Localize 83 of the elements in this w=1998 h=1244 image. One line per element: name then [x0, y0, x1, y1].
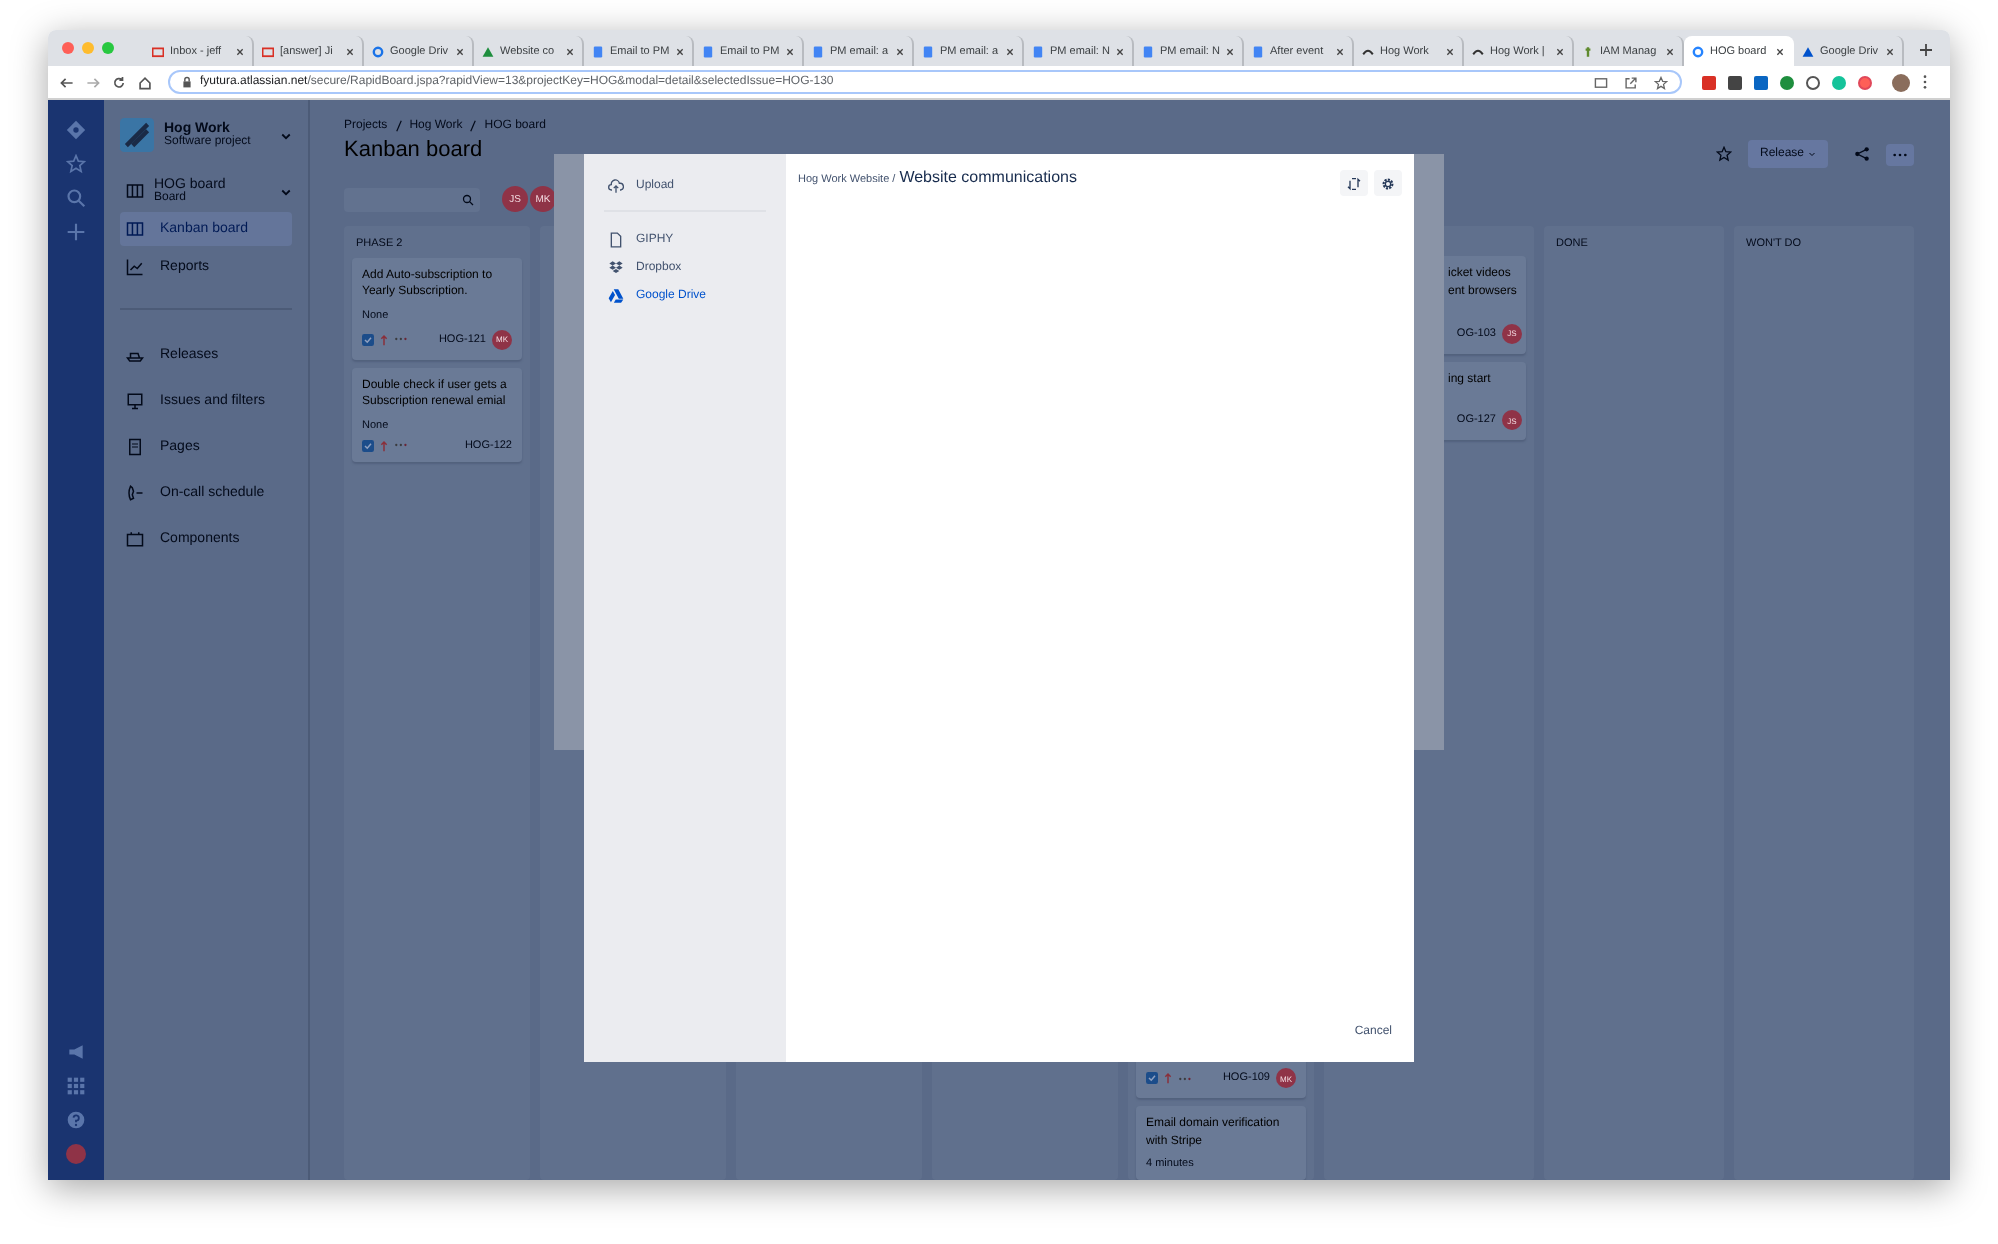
star-icon[interactable] [66, 154, 86, 174]
apps-grid-icon[interactable] [66, 1076, 86, 1096]
close-tab-icon[interactable] [236, 47, 244, 55]
dropbox-icon [608, 260, 624, 276]
drive-icon [608, 288, 624, 304]
close-tab-icon[interactable] [1556, 47, 1564, 55]
favicon-icon [1472, 45, 1484, 57]
chart-icon [126, 258, 144, 276]
chevron-down-icon [1808, 150, 1816, 158]
refresh-button[interactable] [1340, 170, 1368, 196]
calendar-icon [126, 530, 144, 548]
close-tab-icon[interactable] [346, 47, 354, 55]
close-tab-icon[interactable] [676, 47, 684, 55]
priority-arrow-icon [380, 439, 388, 452]
bookmark-star-icon[interactable] [1654, 75, 1668, 89]
favicon-icon [1802, 45, 1814, 57]
close-tab-icon[interactable] [1116, 47, 1124, 55]
more-icon [1892, 151, 1908, 157]
close-tab-icon[interactable] [1446, 47, 1454, 55]
chevron-down-icon[interactable] [280, 185, 292, 197]
open-external-icon[interactable] [1624, 75, 1638, 89]
close-tab-icon[interactable] [456, 47, 464, 55]
close-tab-icon[interactable] [566, 47, 574, 55]
favicon-icon [262, 45, 274, 57]
project-logo-icon [120, 118, 154, 152]
favicon-icon [702, 45, 714, 57]
lock-icon [182, 76, 192, 88]
favicon-icon [1582, 45, 1594, 57]
new-tab-icon[interactable] [1920, 44, 1932, 56]
chevron-down-icon[interactable] [280, 129, 292, 141]
favicon-icon [1252, 45, 1264, 57]
monitor-icon [126, 392, 144, 410]
file-icon [608, 232, 624, 248]
jira-logo-icon[interactable] [66, 120, 86, 140]
favicon-icon [372, 45, 384, 57]
favicon-icon [1692, 45, 1704, 57]
page-icon [126, 438, 144, 456]
page-title: Kanban board [344, 138, 485, 162]
close-tab-icon[interactable] [1006, 47, 1014, 55]
search-icon[interactable] [66, 188, 86, 208]
back-icon[interactable] [60, 75, 74, 89]
favicon-icon [1362, 45, 1374, 57]
home-icon[interactable] [138, 75, 152, 89]
separator-icon [470, 120, 477, 132]
profile-avatar[interactable] [1892, 73, 1910, 91]
settings-button[interactable] [1374, 170, 1402, 196]
folder-title: Website communications [899, 168, 1077, 186]
search-field[interactable] [344, 187, 480, 211]
favicon-icon [592, 45, 604, 57]
favicon-icon [152, 45, 164, 57]
search-icon [462, 193, 474, 205]
priority-arrow-icon [380, 333, 388, 346]
help-icon[interactable] [66, 1110, 86, 1130]
board-icon [126, 182, 144, 200]
favicon-icon [482, 45, 494, 57]
close-tab-icon[interactable] [1666, 47, 1674, 55]
favicon-icon [1142, 45, 1154, 57]
favicon-icon [922, 45, 934, 57]
estimate-dots-icon [394, 442, 410, 449]
share-icon[interactable] [1854, 146, 1870, 162]
estimate-dots-icon [394, 336, 410, 343]
star-icon[interactable] [1715, 146, 1732, 162]
cast-icon[interactable] [1594, 75, 1608, 89]
favicon-icon [1032, 45, 1044, 57]
board-icon [126, 220, 144, 238]
favicon-icon [812, 45, 824, 57]
close-tab-icon[interactable] [1336, 47, 1344, 55]
close-tab-icon[interactable] [896, 47, 904, 55]
cloud-upload-icon [608, 178, 624, 194]
close-tab-icon[interactable] [786, 47, 794, 55]
priority-arrow-icon [1164, 1072, 1172, 1085]
menu-icon[interactable] [1922, 74, 1928, 90]
settings-icon [1380, 175, 1396, 191]
close-tab-icon[interactable] [1886, 47, 1894, 55]
phone-icon [126, 484, 144, 502]
reload-icon[interactable] [112, 75, 126, 89]
megaphone-icon[interactable] [66, 1042, 86, 1062]
close-tab-icon[interactable] [1226, 47, 1234, 55]
separator-icon [395, 120, 402, 132]
refresh-icon [1346, 175, 1362, 191]
estimate-dots-icon [1178, 1075, 1194, 1082]
close-tab-icon[interactable] [1776, 47, 1784, 55]
create-plus-icon[interactable] [66, 222, 86, 242]
